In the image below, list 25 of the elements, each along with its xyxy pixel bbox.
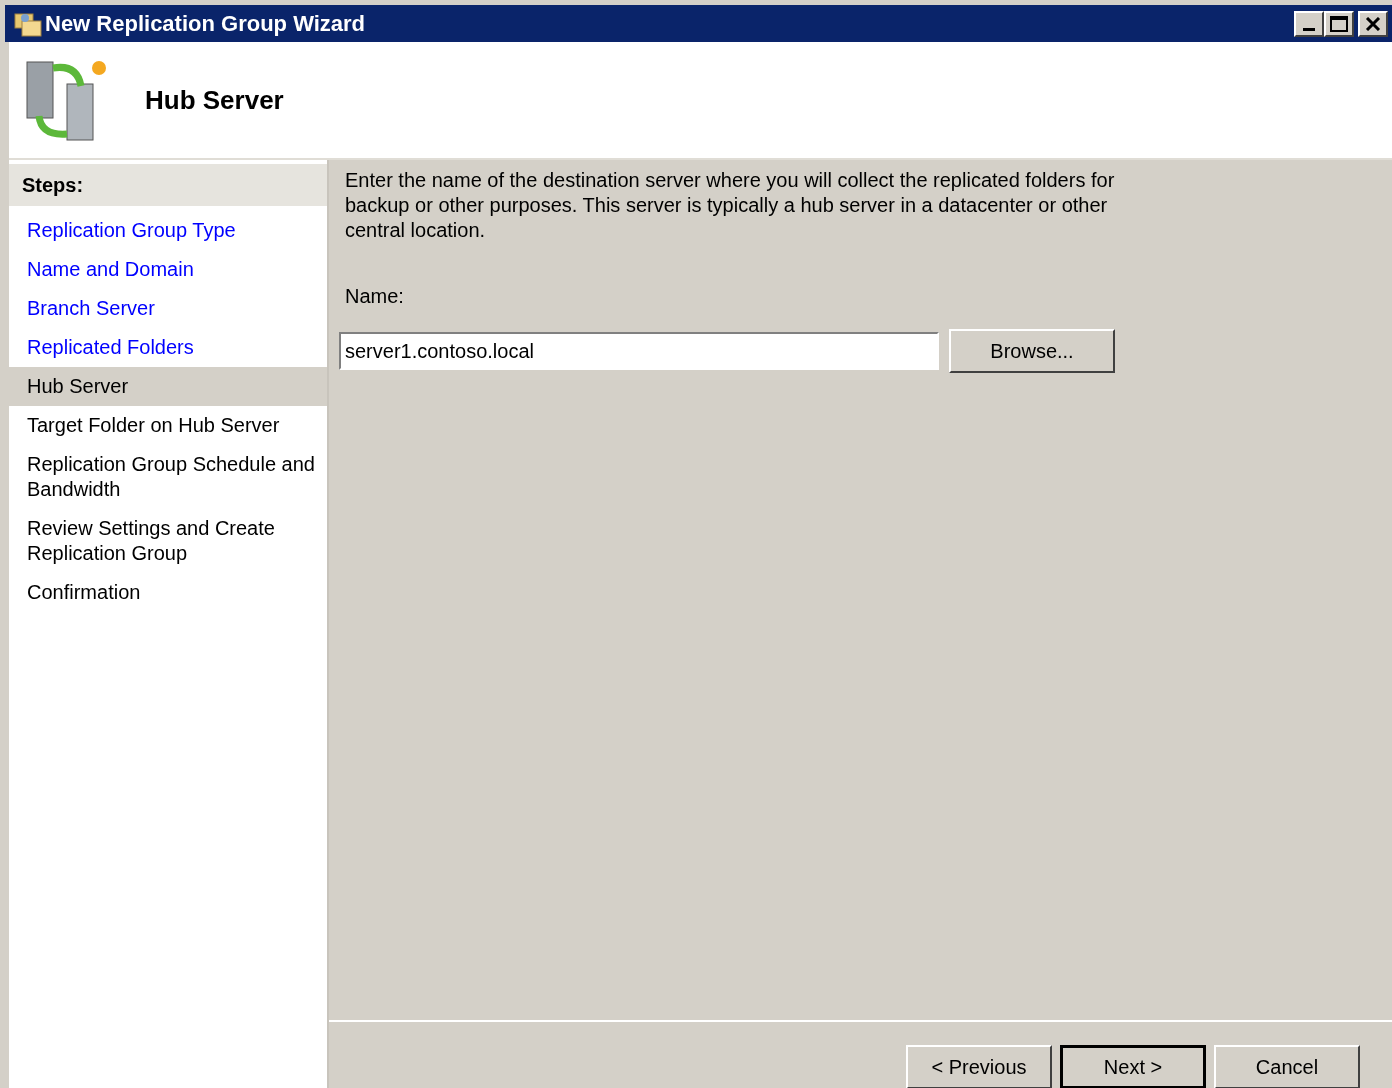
- close-button[interactable]: [1358, 10, 1388, 37]
- wizard-button[interactable]: Cancel: [1214, 1045, 1360, 1088]
- description-text: Enter the name of the destination server where you will collect the replicated folders for backup or other purposes. This server is typically a hub server in a datacenter or other central location.: [345, 168, 1116, 243]
- step-item[interactable]: Review Settings and Create Replication Group: [9, 509, 327, 573]
- maximize-icon: [1330, 15, 1348, 32]
- step-item[interactable]: Hub Server: [9, 367, 327, 406]
- minimize-icon: [1303, 27, 1315, 31]
- step-item[interactable]: Branch Server: [9, 289, 327, 328]
- minimize-button[interactable]: [1294, 10, 1324, 37]
- window-title: New Replication Group Wizard: [45, 10, 366, 38]
- step-item[interactable]: Target Folder on Hub Server: [9, 406, 327, 445]
- step-item[interactable]: Replication Group Schedule and Bandwidth: [9, 445, 327, 509]
- step-item[interactable]: Confirmation: [9, 573, 327, 612]
- step-item[interactable]: Replication Group Type: [9, 211, 327, 250]
- maximize-button[interactable]: [1324, 10, 1354, 37]
- wizard-button[interactable]: Next >: [1060, 1045, 1206, 1088]
- close-icon: [1365, 16, 1381, 31]
- step-item[interactable]: Replicated Folders: [9, 328, 327, 367]
- step-item[interactable]: Name and Domain: [9, 250, 327, 289]
- browse-button[interactable]: Browse...: [949, 329, 1115, 373]
- page-title: Hub Server: [145, 83, 284, 117]
- wizard-button[interactable]: < Previous: [906, 1045, 1052, 1088]
- steps-heading: Steps:: [22, 173, 84, 198]
- name-label: Name:: [345, 284, 405, 309]
- name-input[interactable]: server1.contoso.local: [339, 332, 939, 370]
